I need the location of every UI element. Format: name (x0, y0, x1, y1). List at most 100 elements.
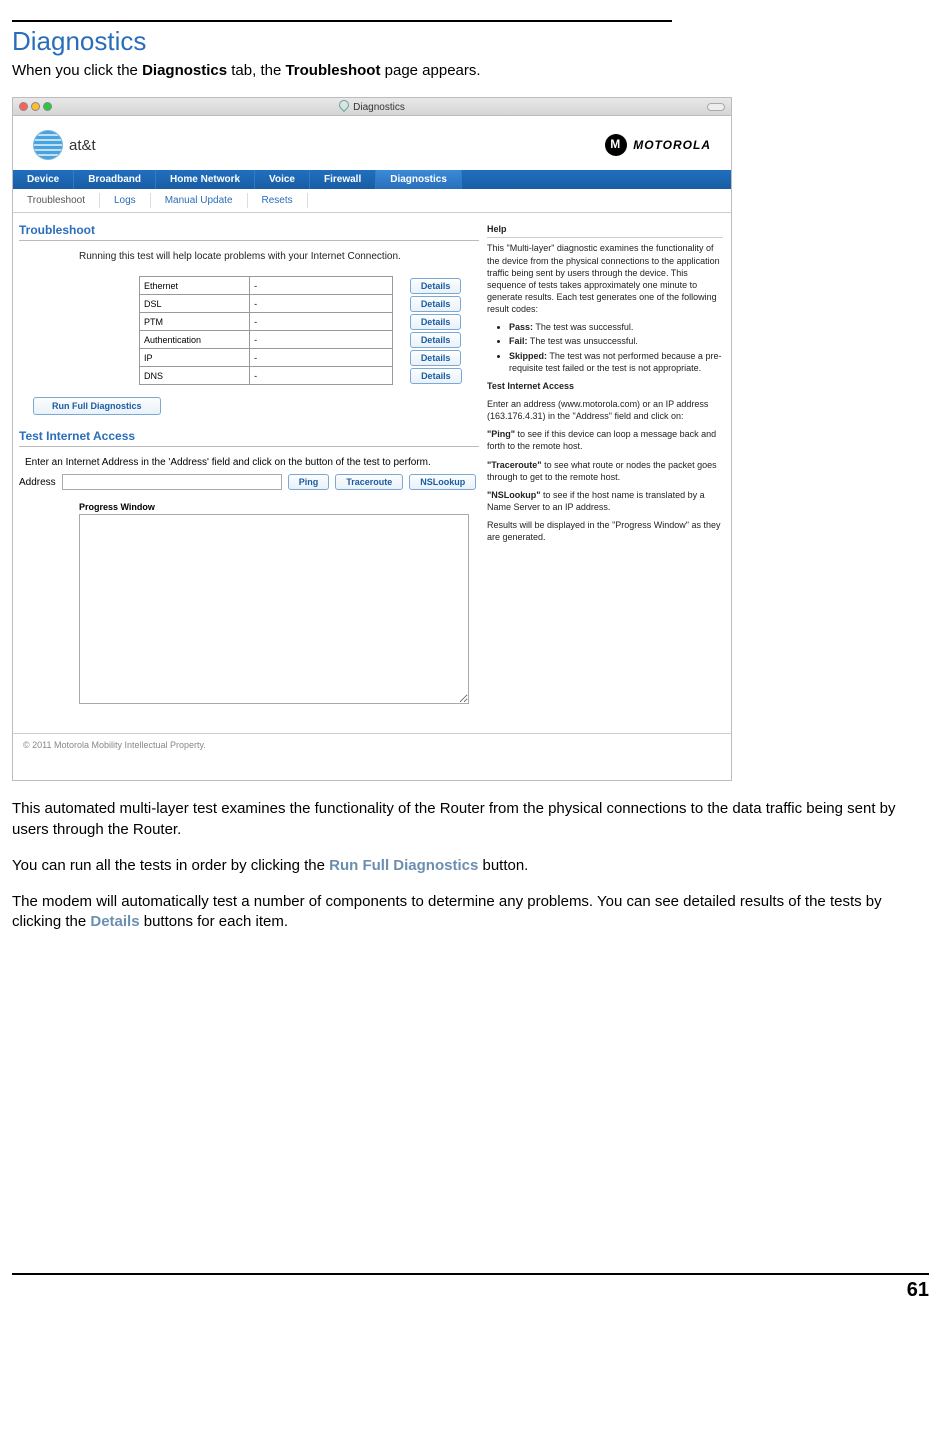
para3-link: Run Full Diagnostics (329, 857, 478, 874)
doc-para2: This automated multi-layer test examines… (12, 799, 929, 840)
diag-name: DNS (140, 367, 250, 385)
tia-instructions: Enter an Internet Address in the 'Addres… (25, 457, 479, 468)
fail-text: The test was unsuccessful. (528, 336, 638, 346)
doc-para3: You can run all the tests in order by cl… (12, 856, 929, 876)
att-text: at&t (69, 137, 96, 154)
traceroute-button[interactable]: Traceroute (335, 474, 403, 490)
nslookup-button[interactable]: NSLookup (409, 474, 476, 490)
nav-device[interactable]: Device (13, 170, 74, 189)
help-p2: Enter an address (www.motorola.com) or a… (487, 398, 723, 422)
window-title: Diagnostics (13, 100, 731, 113)
screenshot-footer: © 2011 Motorola Mobility Intellectual Pr… (13, 733, 731, 780)
table-row: DSL- Details (140, 295, 479, 313)
nav-voice[interactable]: Voice (255, 170, 310, 189)
page-footer: 61 (12, 1273, 929, 1302)
help-ping: "Ping" to see if this device can loop a … (487, 428, 723, 452)
help-tr-b: "Traceroute" (487, 460, 542, 470)
page-number: 61 (12, 1279, 929, 1302)
diag-status: - (250, 331, 393, 349)
diag-name: Authentication (140, 331, 250, 349)
titlebar: Diagnostics (13, 98, 731, 116)
para3-pre: You can run all the tests in order by cl… (12, 857, 329, 874)
skipped-label: Skipped: (509, 351, 547, 361)
subnav-resets[interactable]: Resets (248, 193, 308, 208)
pass-label: Pass: (509, 322, 533, 332)
doc-heading: Diagnostics (12, 26, 929, 57)
nav-broadband[interactable]: Broadband (74, 170, 156, 189)
list-item: Pass: The test was successful. (509, 321, 723, 333)
att-globe-icon (33, 130, 63, 160)
help-heading: Help (487, 223, 723, 238)
secondary-nav: Troubleshoot Logs Manual Update Resets (13, 189, 731, 213)
diag-name: PTM (140, 313, 250, 331)
table-row: Ethernet- Details (140, 277, 479, 295)
diag-status: - (250, 277, 393, 295)
nav-fill (462, 170, 731, 189)
list-item: Skipped: The test was not performed beca… (509, 350, 723, 374)
diag-status: - (250, 367, 393, 385)
nav-home-network[interactable]: Home Network (156, 170, 255, 189)
section-troubleshoot-heading: Troubleshoot (19, 223, 479, 241)
tia-row: Address Ping Traceroute NSLookup (19, 474, 479, 490)
para3-post: button. (478, 857, 528, 874)
content-area: Troubleshoot Running this test will help… (13, 213, 731, 733)
nav-firewall[interactable]: Firewall (310, 170, 376, 189)
subnav-logs[interactable]: Logs (100, 193, 151, 208)
details-button[interactable]: Details (410, 368, 462, 384)
table-row: DNS- Details (140, 367, 479, 385)
details-button[interactable]: Details (410, 314, 462, 330)
details-button[interactable]: Details (410, 278, 462, 294)
para4-post: buttons for each item. (140, 913, 288, 930)
table-row: Authentication- Details (140, 331, 479, 349)
help-result-codes: Pass: The test was successful. Fail: The… (509, 321, 723, 374)
diagnostics-table: Ethernet-Details DSL-Details PTM-Details… (139, 276, 479, 385)
diag-name: Ethernet (140, 277, 250, 295)
subnav-manual-update[interactable]: Manual Update (151, 193, 248, 208)
intro-bold1: Diagnostics (142, 62, 227, 79)
help-panel: Help This "Multi-layer" diagnostic exami… (487, 223, 723, 723)
primary-nav: Device Broadband Home Network Voice Fire… (13, 170, 731, 189)
help-nslookup: "NSLookup" to see if the host name is tr… (487, 489, 723, 513)
table-row: IP-Details (140, 349, 479, 367)
intro-bold2: Troubleshoot (285, 62, 380, 79)
nav-diagnostics[interactable]: Diagnostics (376, 170, 462, 189)
top-rule (12, 20, 672, 22)
list-item: Fail: The test was unsuccessful. (509, 335, 723, 347)
subnav-troubleshoot[interactable]: Troubleshoot (13, 193, 100, 208)
help-ping-t: to see if this device can loop a message… (487, 429, 716, 451)
help-traceroute: "Traceroute" to see what route or nodes … (487, 459, 723, 483)
address-input[interactable] (62, 474, 282, 490)
pass-text: The test was successful. (533, 322, 633, 332)
intro-mid: tab, the (227, 62, 285, 79)
diag-name: DSL (140, 295, 250, 313)
footer-rule (12, 1273, 929, 1275)
table-row: PTM- Details (140, 313, 479, 331)
intro-pre: When you click the (12, 62, 142, 79)
motorola-text: MOTOROLA (633, 138, 711, 152)
diag-status: - (250, 295, 393, 313)
help-ns-b: "NSLookup" (487, 490, 541, 500)
para4-link: Details (90, 913, 139, 930)
help-p1: This "Multi-layer" diagnostic examines t… (487, 242, 723, 315)
help-tia-label: Test Internet Access (487, 381, 574, 391)
motorola-m-icon (605, 134, 627, 156)
run-full-diagnostics-button[interactable]: Run Full Diagnostics (33, 397, 161, 415)
doc-intro: When you click the Diagnostics tab, the … (12, 61, 929, 81)
address-label: Address (19, 477, 56, 488)
progress-window-label: Progress Window (79, 502, 479, 512)
diag-status: - (250, 313, 393, 331)
help-p3: Results will be displayed in the "Progre… (487, 519, 723, 543)
att-logo: at&t (33, 130, 96, 160)
ping-button[interactable]: Ping (288, 474, 330, 490)
fail-label: Fail: (509, 336, 528, 346)
motorola-logo: MOTOROLA (605, 134, 711, 156)
diag-status: - (250, 349, 393, 367)
main-panel: Troubleshoot Running this test will help… (19, 223, 479, 723)
titlebar-pill-icon (707, 103, 725, 111)
details-button[interactable]: Details (410, 296, 462, 312)
details-button[interactable]: Details (410, 332, 462, 348)
progress-window (79, 514, 469, 704)
details-button[interactable]: Details (410, 350, 462, 366)
section-tia-heading: Test Internet Access (19, 429, 479, 447)
screenshot-window: Diagnostics at&t MOTOROLA Device Broadba… (12, 97, 732, 781)
